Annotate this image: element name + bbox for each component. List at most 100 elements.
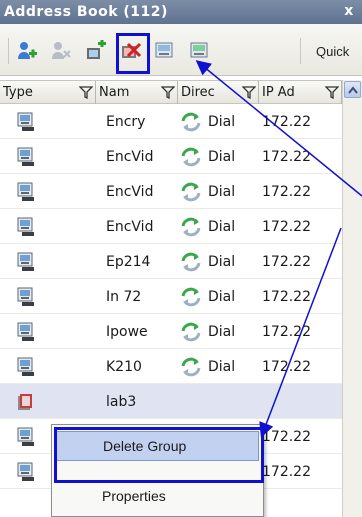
cell-direction-icon [180, 244, 202, 279]
menu-item-properties-label: Properties [102, 488, 166, 504]
toolbar: Quick [0, 24, 362, 76]
endpoint-icon [17, 147, 34, 166]
cell-type [16, 384, 36, 419]
add-user-icon [18, 42, 37, 59]
cell-ip-address: 172.22 [262, 253, 311, 270]
cell-ip-address: 172.22 [262, 218, 311, 235]
scroll-up-button[interactable] [344, 81, 361, 98]
column-ip-address[interactable]: IP Ad [259, 81, 342, 104]
cell-type [16, 139, 36, 174]
filter-icon[interactable] [161, 86, 175, 99]
cell-direction-icon [180, 209, 202, 244]
cell-direction-icon [180, 139, 202, 174]
column-name[interactable]: Nam [96, 81, 178, 104]
cell-direction: Dial [208, 288, 236, 305]
add-user-button[interactable] [14, 38, 40, 64]
column-header: Type Nam Direc IP Ad [0, 80, 342, 104]
cell-type [16, 349, 36, 384]
remove-user-icon [52, 42, 71, 59]
cell-direction: Dial [208, 253, 236, 270]
cell-direction: Dial [208, 323, 236, 340]
cell-direction-icon [180, 174, 202, 209]
cell-direction: Dial [208, 113, 236, 130]
cell-type [16, 419, 36, 454]
window-title-bar: Address Book (112) x [0, 0, 362, 24]
endpoint-icon [17, 252, 34, 271]
toolbar-separator [8, 38, 9, 64]
cell-direction-icon [180, 349, 202, 384]
dial-direction-icon [181, 322, 201, 341]
table-row[interactable]: K210 Dial 172.22 [0, 349, 342, 384]
cell-name: Ipowe [106, 323, 148, 340]
vertical-scrollbar[interactable] [342, 80, 362, 517]
cell-direction: Dial [208, 218, 236, 235]
cell-name: lab3 [106, 393, 137, 410]
endpoint-icon [17, 427, 34, 446]
menu-item-properties[interactable]: Properties [56, 481, 259, 511]
toolbar-separator [300, 38, 301, 64]
cell-name: EncVid [106, 183, 154, 200]
column-type-label: Type [3, 85, 33, 100]
cell-name: K210 [106, 358, 142, 375]
cell-ip-address: 172.22 [262, 288, 311, 305]
table-row[interactable]: EncVid Dial 172.22 [0, 174, 342, 209]
add-group-button[interactable] [83, 38, 109, 64]
filter-icon[interactable] [79, 86, 93, 99]
column-direction[interactable]: Direc [178, 81, 259, 104]
cell-name: Encry [106, 113, 146, 130]
cell-ip-address: 172.22 [262, 428, 311, 445]
table-row[interactable]: Ep214 Dial 172.22 [0, 244, 342, 279]
dial-direction-icon [181, 217, 201, 236]
cell-type [16, 244, 36, 279]
cell-direction: Dial [208, 148, 236, 165]
cell-name: In 72 [106, 288, 142, 305]
cell-name: EncVid [106, 148, 154, 165]
cell-ip-address: 172.22 [262, 183, 311, 200]
endpoint-icon [17, 182, 34, 201]
cell-direction: Dial [208, 183, 236, 200]
dial-direction-icon [181, 287, 201, 306]
cell-direction-icon [180, 279, 202, 314]
properties-alt-icon [190, 42, 208, 58]
table-row[interactable]: EncVid Dial 172.22 [0, 139, 342, 174]
delete-group-menu-highlight [54, 427, 264, 483]
column-name-label: Nam [99, 85, 130, 100]
table-row[interactable]: In 72 Dial 172.22 [0, 279, 342, 314]
properties-icon [155, 42, 173, 58]
cell-type [16, 209, 36, 244]
table-row[interactable]: EncVid Dial 172.22 [0, 209, 342, 244]
close-button[interactable]: x [340, 2, 358, 21]
cell-direction: Dial [208, 358, 236, 375]
filter-icon[interactable] [242, 86, 256, 99]
endpoint-icon [17, 217, 34, 236]
filter-icon[interactable] [325, 86, 339, 99]
cell-name: EncVid [106, 218, 154, 235]
column-ip-address-label: IP Ad [262, 85, 295, 100]
cell-ip-address: 172.22 [262, 358, 311, 375]
properties-alt-button[interactable] [187, 38, 213, 64]
column-type[interactable]: Type [0, 81, 96, 104]
cell-direction-icon [180, 104, 202, 139]
table-row[interactable]: lab3 [0, 384, 342, 419]
dial-direction-icon [181, 252, 201, 271]
cell-type [16, 454, 36, 489]
quick-search-label[interactable]: Quick [316, 44, 349, 59]
dial-direction-icon [181, 147, 201, 166]
column-direction-label: Direc [181, 85, 215, 100]
cell-ip-address: 172.22 [262, 148, 311, 165]
table-row[interactable]: Ipowe Dial 172.22 [0, 314, 342, 349]
cell-ip-address: 172.22 [262, 323, 311, 340]
group-icon [18, 393, 32, 410]
properties-button[interactable] [152, 38, 178, 64]
remove-user-button[interactable] [48, 38, 74, 64]
cell-type [16, 104, 36, 139]
endpoint-icon [17, 287, 34, 306]
endpoint-icon [17, 462, 34, 481]
endpoint-icon [17, 112, 34, 131]
dial-direction-icon [181, 357, 201, 376]
cell-direction-icon [180, 314, 202, 349]
window-title: Address Book (112) [4, 4, 168, 20]
table-row[interactable]: Encry Dial 172.22 [0, 104, 342, 139]
cell-ip-address: 172.22 [262, 463, 311, 480]
chevron-up-icon [347, 85, 358, 94]
